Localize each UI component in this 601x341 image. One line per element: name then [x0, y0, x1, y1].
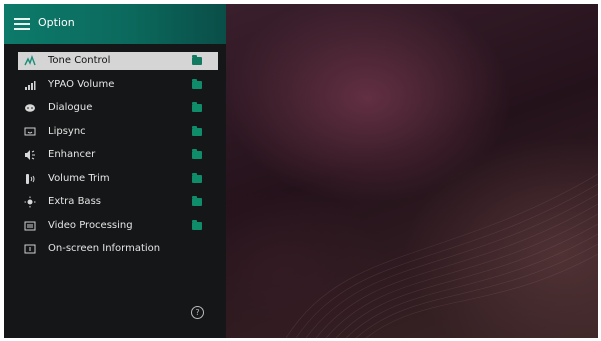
menu-item-tone-control[interactable]: Tone Control — [18, 52, 218, 76]
option-menu: Tone Control YPAO Volume Dialogue Lipsyn… — [18, 52, 218, 264]
folder-icon — [192, 219, 202, 230]
folder-icon — [192, 125, 202, 136]
wave-lines-decoration — [285, 173, 598, 338]
menu-item-ypao-volume[interactable]: YPAO Volume — [18, 76, 218, 100]
menu-item-label: Tone Control — [48, 55, 111, 66]
menu-item-volume-trim[interactable]: Volume Trim — [18, 170, 218, 194]
menu-item-enhancer[interactable]: Enhancer — [18, 146, 218, 170]
folder-icon — [192, 172, 202, 183]
folder-icon — [192, 102, 202, 112]
menu-item-label: Dialogue — [48, 102, 93, 113]
menu-item-label: Extra Bass — [48, 196, 101, 207]
lipsync-icon — [24, 127, 36, 135]
folder-icon — [192, 196, 202, 206]
extra-bass-icon — [24, 196, 36, 208]
menu-item-label: On-screen Information — [48, 243, 161, 254]
volume-trim-icon — [26, 173, 35, 184]
menu-item-lipsync[interactable]: Lipsync — [18, 123, 218, 147]
background-wallpaper — [226, 4, 598, 338]
tone-control-icon — [24, 55, 36, 66]
panel-title: Option — [38, 16, 75, 29]
menu-item-label: Lipsync — [48, 125, 86, 137]
enhancer-icon — [25, 150, 35, 160]
option-panel: Option Tone Control YPAO Volume Dialogue… — [4, 4, 226, 338]
menu-item-on-screen-information[interactable]: On-screen Information — [18, 240, 218, 264]
folder-icon — [192, 149, 202, 159]
option-header: Option — [4, 4, 226, 44]
video-processing-icon — [24, 221, 36, 230]
folder-icon — [192, 55, 202, 65]
menu-item-dialogue[interactable]: Dialogue — [18, 99, 218, 123]
menu-item-label: Volume Trim — [48, 172, 110, 184]
tv-screen: Option Tone Control YPAO Volume Dialogue… — [4, 4, 598, 338]
menu-item-video-processing[interactable]: Video Processing — [18, 217, 218, 241]
menu-item-label: Enhancer — [48, 149, 96, 160]
menu-item-label: YPAO Volume — [48, 78, 115, 90]
folder-icon — [192, 78, 202, 89]
menu-item-extra-bass[interactable]: Extra Bass — [18, 193, 218, 217]
dialogue-icon — [25, 104, 35, 112]
ypao-volume-icon — [25, 80, 36, 90]
menu-item-label: Video Processing — [48, 219, 133, 231]
on-screen-information-icon — [24, 244, 36, 254]
help-icon[interactable]: ? — [191, 306, 204, 319]
menu-icon[interactable] — [14, 18, 30, 30]
